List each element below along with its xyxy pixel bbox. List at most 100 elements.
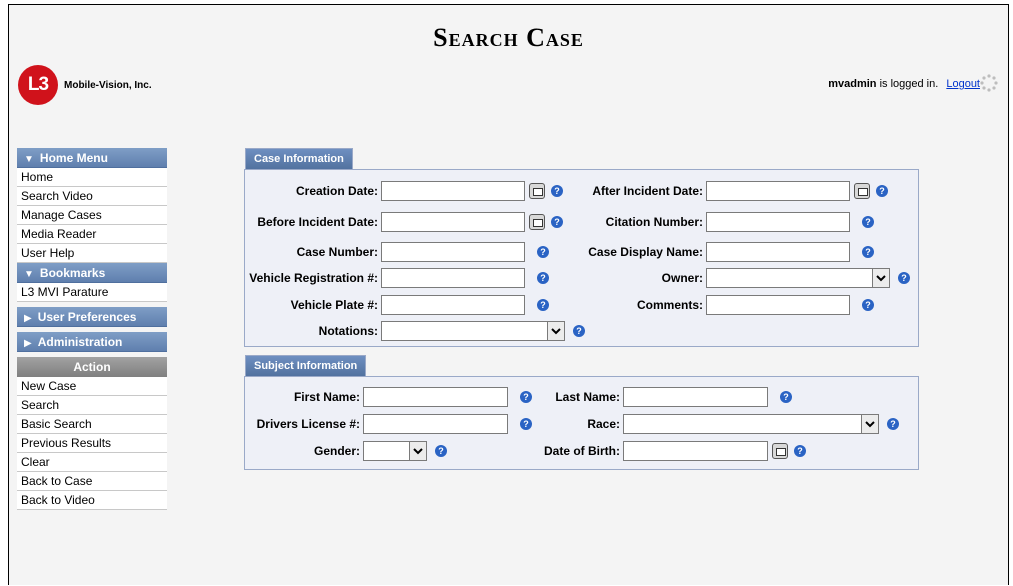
action-new-case[interactable]: New Case	[17, 377, 167, 396]
case-display-name-label: Case Display Name:	[588, 245, 703, 259]
race-label: Race:	[587, 417, 620, 431]
last-name-label: Last Name:	[555, 390, 620, 404]
sidebar-item-user-help[interactable]: User Help	[17, 244, 167, 263]
action-basic-search[interactable]: Basic Search	[17, 415, 167, 434]
first-name-label: First Name:	[293, 390, 360, 404]
help-question-icon[interactable]: ?	[573, 325, 585, 337]
after-incident-date-label: After Incident Date:	[592, 184, 703, 198]
comments-label: Comments:	[636, 298, 703, 312]
help-question-icon[interactable]: ?	[551, 185, 563, 197]
home-menu-header[interactable]: ▼ Home Menu	[17, 148, 167, 168]
case-number-label: Case Number:	[296, 245, 378, 259]
triangle-down-icon: ▼	[24, 269, 34, 280]
subject-information-panel: First Name: ? Last Name: ? Drivers Licen…	[244, 376, 919, 470]
help-question-icon[interactable]: ?	[435, 445, 447, 457]
sidebar-item-l3-mvi-parature[interactable]: L3 MVI Parature	[17, 283, 167, 302]
loading-spinner-icon	[980, 74, 998, 92]
home-menu-title: Home Menu	[39, 151, 108, 165]
tab-subject-information: Subject Information	[245, 355, 367, 376]
sidebar-item-search-video[interactable]: Search Video	[17, 187, 167, 206]
calendar-icon[interactable]	[529, 183, 545, 199]
sidebar-item-home[interactable]: Home	[17, 168, 167, 187]
creation-date-label: Creation Date:	[295, 184, 378, 198]
vehicle-registration-label: Vehicle Registration #:	[249, 271, 378, 285]
triangle-right-icon: ▶	[24, 313, 32, 324]
before-incident-date-label: Before Incident Date:	[257, 215, 378, 229]
help-question-icon[interactable]: ?	[862, 246, 874, 258]
action-back-to-case[interactable]: Back to Case	[17, 472, 167, 491]
owner-select[interactable]	[706, 268, 890, 288]
last-name-input[interactable]	[623, 387, 768, 407]
company-name: Mobile-Vision, Inc.	[64, 79, 152, 91]
comments-input[interactable]	[706, 295, 850, 315]
case-display-name-input[interactable]	[706, 242, 850, 262]
help-question-icon[interactable]: ?	[794, 445, 806, 457]
notations-label: Notations:	[318, 324, 378, 338]
user-preferences-title: User Preferences	[37, 310, 137, 324]
calendar-icon[interactable]	[529, 214, 545, 230]
race-select[interactable]	[623, 414, 879, 434]
help-question-icon[interactable]: ?	[862, 216, 874, 228]
chevron-down-icon	[409, 442, 426, 460]
after-incident-date-input[interactable]	[706, 181, 850, 201]
help-question-icon[interactable]: ?	[537, 299, 549, 311]
username: mvadmin	[828, 78, 877, 90]
chevron-down-icon	[861, 415, 878, 433]
sidebar-item-media-reader[interactable]: Media Reader	[17, 225, 167, 244]
help-question-icon[interactable]: ?	[780, 391, 792, 403]
login-status: mvadmin is logged in. Logout	[828, 78, 980, 90]
drivers-license-input[interactable]	[363, 414, 508, 434]
calendar-icon[interactable]	[772, 443, 788, 459]
help-question-icon[interactable]: ?	[520, 391, 532, 403]
user-preferences-header[interactable]: ▶ User Preferences	[17, 307, 167, 327]
citation-number-label: Citation Number:	[605, 215, 703, 229]
help-question-icon[interactable]: ?	[898, 272, 910, 284]
bookmarks-title: Bookmarks	[39, 266, 106, 280]
administration-header[interactable]: ▶ Administration	[17, 332, 167, 352]
administration-title: Administration	[37, 335, 123, 349]
citation-number-input[interactable]	[706, 212, 850, 232]
date-of-birth-label: Date of Birth:	[544, 444, 620, 458]
case-information-panel: Creation Date: ? After Incident Date: ? …	[244, 169, 919, 347]
action-header: Action	[17, 357, 167, 377]
drivers-license-label: Drivers License #:	[256, 417, 360, 431]
action-previous-results[interactable]: Previous Results	[17, 434, 167, 453]
action-search[interactable]: Search	[17, 396, 167, 415]
before-incident-date-input[interactable]	[381, 212, 525, 232]
creation-date-input[interactable]	[381, 181, 525, 201]
vehicle-plate-label: Vehicle Plate #:	[290, 298, 378, 312]
owner-label: Owner:	[661, 271, 703, 285]
calendar-icon[interactable]	[854, 183, 870, 199]
case-number-input[interactable]	[381, 242, 525, 262]
notations-select[interactable]	[381, 321, 565, 341]
action-back-to-video[interactable]: Back to Video	[17, 491, 167, 510]
login-status-text: is logged in.	[879, 78, 939, 90]
l3-logo-icon: L3	[18, 65, 58, 105]
tab-case-information: Case Information	[245, 148, 353, 169]
date-of-birth-input[interactable]	[623, 441, 768, 461]
action-clear[interactable]: Clear	[17, 453, 167, 472]
sidebar: ▼ Home Menu Home Search Video Manage Case…	[17, 148, 167, 510]
gender-label: Gender:	[313, 444, 360, 458]
triangle-down-icon: ▼	[24, 154, 34, 165]
gender-select[interactable]	[363, 441, 427, 461]
help-question-icon[interactable]: ?	[551, 216, 563, 228]
page-title: Search Case	[433, 23, 584, 52]
bookmarks-header[interactable]: ▼ Bookmarks	[17, 263, 167, 283]
app-frame: Search Case L3 Mobile-Vision, Inc. mvadm…	[8, 4, 1009, 585]
company-logo: L3 Mobile-Vision, Inc.	[18, 65, 152, 105]
chevron-down-icon	[872, 269, 889, 287]
help-question-icon[interactable]: ?	[876, 185, 888, 197]
vehicle-plate-input[interactable]	[381, 295, 525, 315]
help-question-icon[interactable]: ?	[520, 418, 532, 430]
vehicle-registration-input[interactable]	[381, 268, 525, 288]
help-question-icon[interactable]: ?	[887, 418, 899, 430]
logout-link[interactable]: Logout	[946, 78, 980, 90]
sidebar-item-manage-cases[interactable]: Manage Cases	[17, 206, 167, 225]
help-question-icon[interactable]: ?	[537, 246, 549, 258]
triangle-right-icon: ▶	[24, 338, 32, 349]
help-question-icon[interactable]: ?	[537, 272, 549, 284]
chevron-down-icon	[547, 322, 564, 340]
first-name-input[interactable]	[363, 387, 508, 407]
help-question-icon[interactable]: ?	[862, 299, 874, 311]
